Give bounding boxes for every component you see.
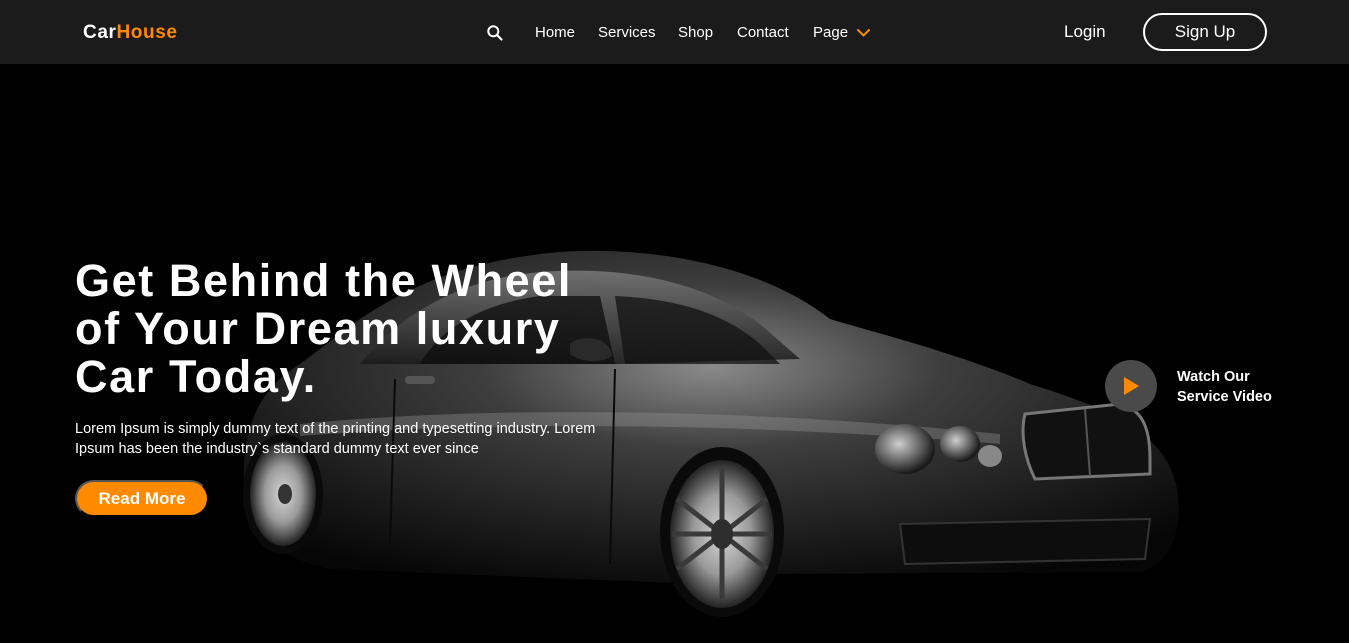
hero-description-line-1: Lorem Ipsum is simply dummy text of the …: [75, 421, 596, 437]
search-icon[interactable]: [486, 24, 504, 42]
play-icon[interactable]: [1105, 360, 1157, 412]
hero-description-line-2: Ipsum has been the industry`s standard d…: [75, 441, 479, 457]
brand-logo-part1: Car: [83, 22, 117, 43]
hero-headline: Get Behind the Wheel of Your Dream luxur…: [75, 257, 635, 401]
watch-video-link[interactable]: Watch Our Service Video: [1177, 367, 1327, 407]
nav-link-home[interactable]: Home: [535, 24, 575, 42]
brand-logo-part2: House: [116, 22, 178, 43]
watch-video-line-2: Service Video: [1177, 389, 1272, 405]
nav-link-shop[interactable]: Shop: [678, 24, 713, 42]
chevron-down-icon: [857, 29, 871, 37]
hero-description: Lorem Ipsum is simply dummy text of the …: [75, 419, 635, 459]
hero-headline-line-3: Car Today.: [75, 351, 317, 402]
nav-dropdown-page[interactable]: Page: [813, 24, 871, 42]
hero-section: Get Behind the Wheel of Your Dream luxur…: [0, 64, 1349, 643]
signup-button[interactable]: Sign Up: [1143, 13, 1267, 51]
hero-headline-line-1: Get Behind the Wheel: [75, 255, 573, 306]
login-button[interactable]: Login: [1064, 22, 1106, 42]
read-more-button[interactable]: Read More: [75, 480, 209, 517]
brand-logo[interactable]: CarHouse: [83, 21, 178, 45]
watch-video-line-1: Watch Our: [1177, 369, 1250, 385]
nav-page-label: Page: [813, 24, 849, 41]
nav-link-services[interactable]: Services: [598, 24, 656, 42]
top-navbar: CarHouse Home Services Shop Contact Page…: [0, 0, 1349, 64]
nav-link-contact[interactable]: Contact: [737, 24, 789, 42]
hero-headline-line-2: of Your Dream luxury: [75, 303, 561, 354]
